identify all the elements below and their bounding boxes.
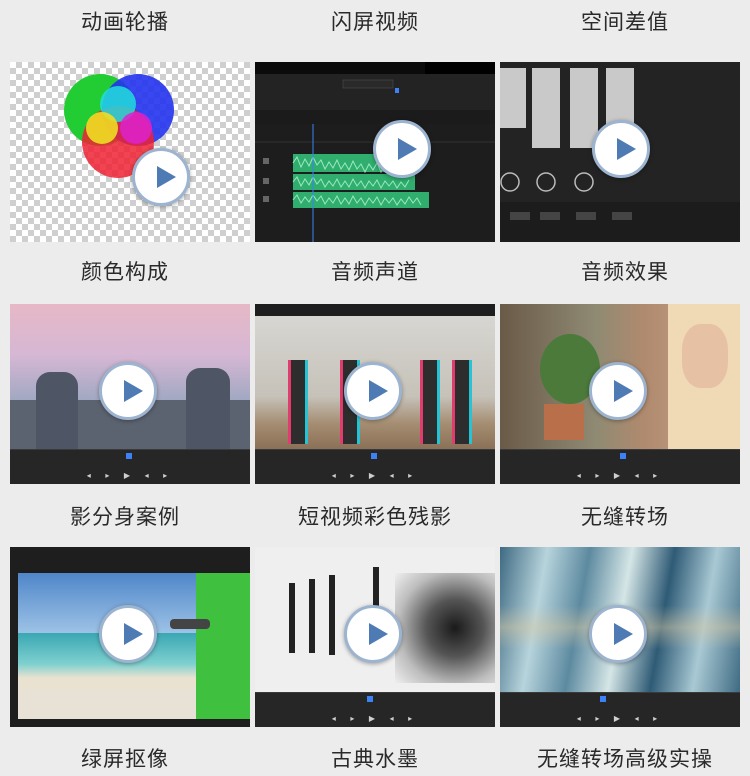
play-button[interactable]	[344, 362, 402, 420]
dancer-figure	[291, 360, 305, 444]
title-shadow-clone: 影分身案例	[70, 505, 180, 529]
title-audio-channels: 音频声道	[331, 260, 419, 284]
video-tile-shadow-clone[interactable]: ◂ ▸ ▶ ◂ ▸	[10, 304, 250, 484]
play-button[interactable]	[99, 605, 157, 663]
player-controls[interactable]: ◂ ▸ ▶ ◂ ▸	[500, 449, 740, 484]
play-button[interactable]	[373, 120, 431, 178]
play-button[interactable]	[589, 605, 647, 663]
video-tile-audio-effects[interactable]	[500, 62, 740, 242]
ink-mountain	[395, 573, 495, 683]
title-color-composition: 颜色构成	[81, 260, 169, 284]
player-controls[interactable]: ◂ ▸ ▶ ◂ ▸	[500, 692, 740, 727]
person-figure	[36, 372, 78, 450]
video-tile-seamless-transition[interactable]: ◂ ▸ ▶ ◂ ▸	[500, 304, 740, 484]
face-shape	[682, 324, 728, 388]
title-spatial-interpolation: 空间差值	[581, 10, 669, 34]
green-screen-area	[196, 573, 250, 719]
title-audio-effects: 音频效果	[581, 260, 669, 284]
title-advanced-transition: 无缝转场高级实操	[537, 747, 713, 771]
rgb-circles-graphic	[64, 74, 174, 178]
player-controls[interactable]: ◂ ▸ ▶ ◂ ▸	[255, 449, 495, 484]
play-button[interactable]	[589, 362, 647, 420]
video-tile-advanced-transition[interactable]: ◂ ▸ ▶ ◂ ▸	[500, 547, 740, 727]
title-classical-ink: 古典水墨	[331, 747, 419, 771]
player-controls[interactable]: ◂ ▸ ▶ ◂ ▸	[255, 692, 495, 727]
play-button[interactable]	[99, 362, 157, 420]
person-figure	[186, 368, 230, 450]
title-animation-carousel: 动画轮播	[81, 10, 169, 34]
play-button[interactable]	[344, 605, 402, 663]
dancer-figure	[423, 360, 437, 444]
video-tile-classical-ink[interactable]: ◂ ▸ ▶ ◂ ▸	[255, 547, 495, 727]
title-flash-video: 闪屏视频	[331, 10, 419, 34]
play-button[interactable]	[132, 148, 190, 206]
play-button[interactable]	[592, 120, 650, 178]
video-tile-green-screen[interactable]	[10, 547, 250, 727]
video-tile-color-trail[interactable]: ◂ ▸ ▶ ◂ ▸	[255, 304, 495, 484]
title-green-screen: 绿屏抠像	[81, 747, 169, 771]
drone-figure	[170, 619, 210, 629]
video-tile-color-composition[interactable]	[10, 62, 250, 242]
video-tile-audio-channels[interactable]	[255, 62, 495, 242]
title-color-trail: 短视频彩色残影	[298, 505, 452, 529]
title-seamless-transition: 无缝转场	[581, 505, 669, 529]
dancer-figure	[455, 360, 469, 444]
player-controls[interactable]: ◂ ▸ ▶ ◂ ▸	[10, 449, 250, 484]
